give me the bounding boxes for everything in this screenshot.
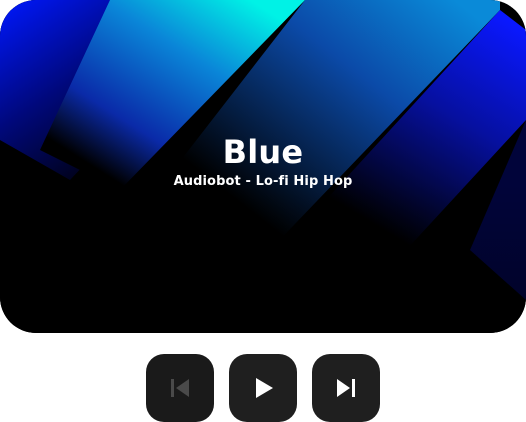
playback-controls [146, 354, 380, 422]
play-button[interactable] [229, 354, 297, 422]
track-title: Blue [222, 133, 304, 171]
album-artwork: Blue Audiobot - Lo-fi Hip Hop [0, 0, 526, 333]
next-track-button[interactable] [312, 354, 380, 422]
skip-previous-icon [171, 379, 189, 397]
play-icon [256, 378, 273, 398]
media-player: Blue Audiobot - Lo-fi Hip Hop [0, 0, 526, 422]
skip-next-icon [337, 379, 355, 397]
previous-track-button[interactable] [146, 354, 214, 422]
track-artist-album: Audiobot - Lo-fi Hip Hop [173, 174, 353, 189]
